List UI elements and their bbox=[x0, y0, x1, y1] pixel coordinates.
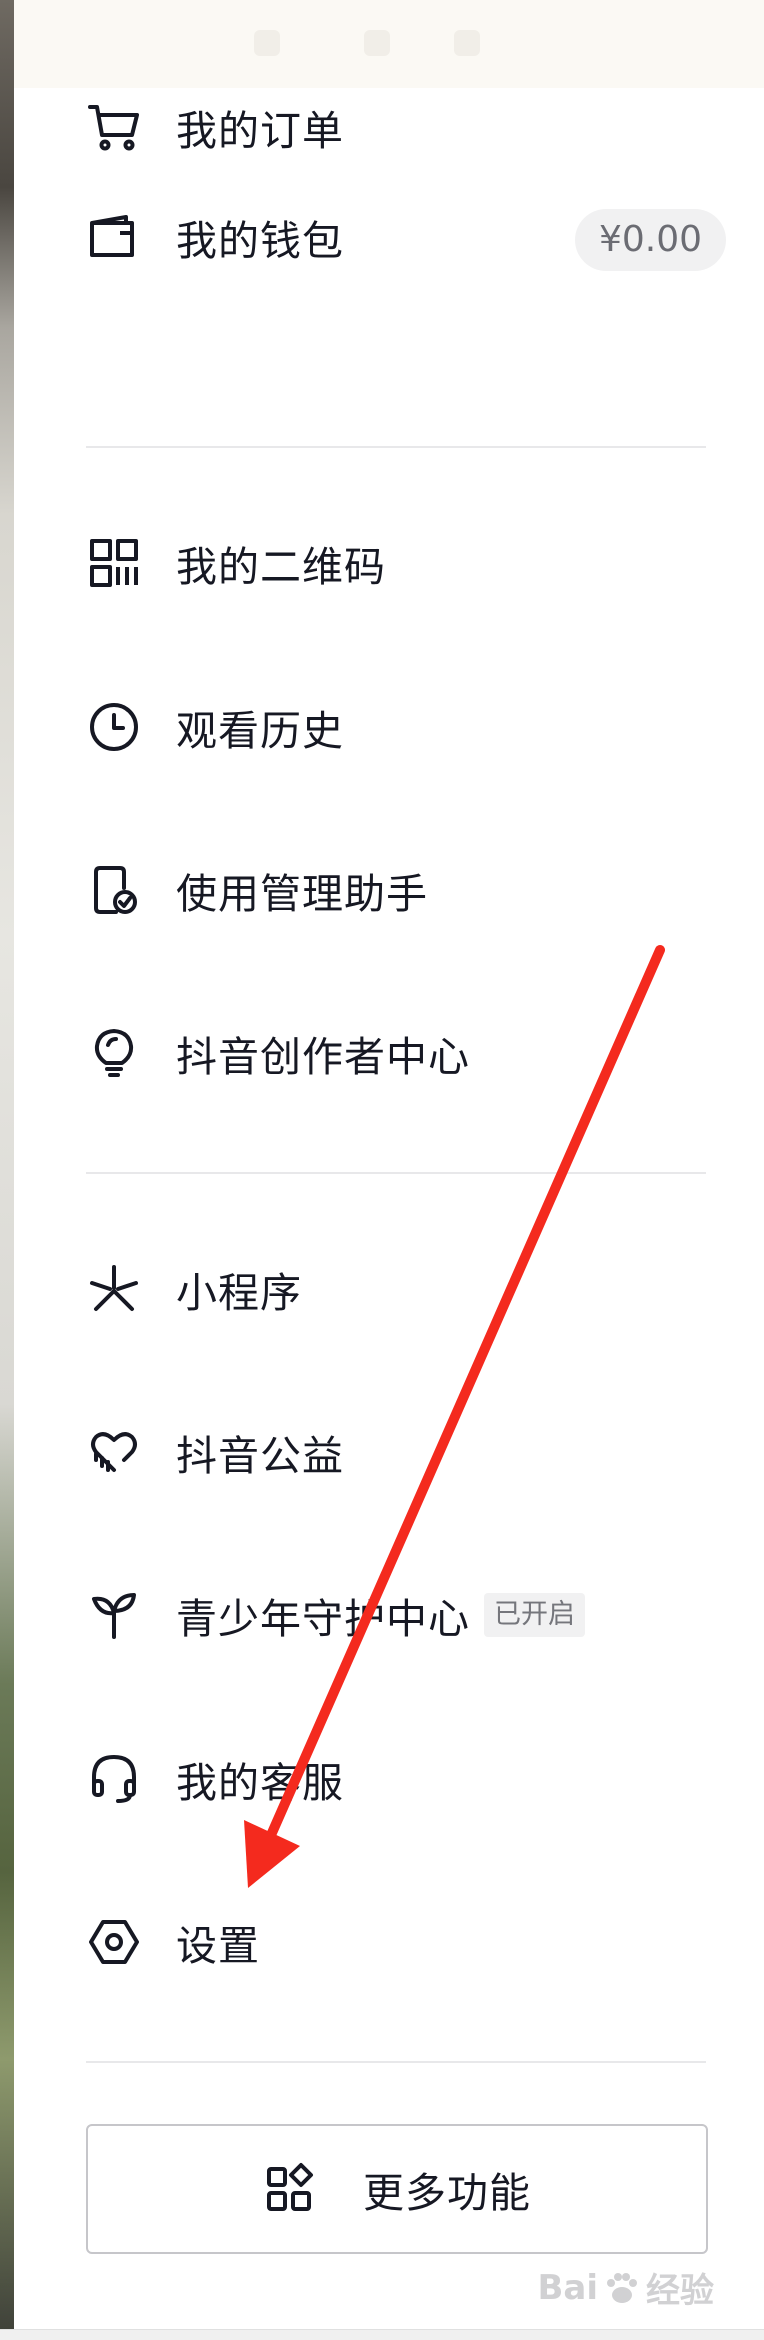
lightbulb-icon bbox=[86, 1025, 142, 1081]
menu-item-qrcode[interactable]: 我的二维码 bbox=[86, 508, 726, 618]
menu-item-label: 我的二维码 bbox=[176, 543, 386, 591]
menu-item-label: 我的订单 bbox=[176, 107, 344, 155]
wallet-icon bbox=[86, 209, 142, 265]
faint-icon bbox=[454, 30, 480, 56]
menu-item-label: 小程序 bbox=[176, 1269, 302, 1317]
menu-item-label: 设置 bbox=[176, 1922, 260, 1970]
side-drawer-menu: 我的订单 我的钱包 ¥0.00 我的二维码 观看历史 使用管理助手 抖音创作者中… bbox=[14, 88, 764, 2340]
divider bbox=[86, 1172, 706, 1174]
wallet-balance-pill: ¥0.00 bbox=[574, 209, 726, 271]
mini-program-icon bbox=[86, 1261, 142, 1317]
teen-mode-status-badge: 已开启 bbox=[484, 1593, 585, 1637]
grid-shapes-icon bbox=[263, 2161, 319, 2217]
watermark-text-suffix: 经验 bbox=[646, 2271, 714, 2311]
bottom-edge-strip bbox=[0, 2329, 764, 2340]
menu-item-charity[interactable]: 抖音公益 bbox=[86, 1397, 726, 1507]
menu-item-usage-assistant[interactable]: 使用管理助手 bbox=[86, 835, 726, 945]
menu-item-label: 使用管理助手 bbox=[176, 870, 428, 918]
menu-item-label: 我的客服 bbox=[176, 1759, 344, 1807]
headset-icon bbox=[86, 1751, 142, 1807]
faint-icon bbox=[364, 30, 390, 56]
menu-item-label: 抖音创作者中心 bbox=[176, 1033, 470, 1081]
menu-item-mini-programs[interactable]: 小程序 bbox=[86, 1234, 726, 1344]
menu-item-settings[interactable]: 设置 bbox=[86, 1887, 726, 1997]
menu-item-label: 抖音公益 bbox=[176, 1432, 344, 1480]
more-features-button[interactable]: 更多功能 bbox=[86, 2124, 708, 2254]
menu-item-label: 观看历史 bbox=[176, 707, 344, 755]
menu-item-label: 我的钱包 bbox=[176, 217, 344, 265]
divider bbox=[86, 2061, 706, 2063]
menu-item-label: 青少年守护中心 bbox=[176, 1595, 470, 1643]
menu-item-teen-mode[interactable]: 青少年守护中心 已开启 bbox=[86, 1560, 726, 1670]
qrcode-icon bbox=[86, 535, 142, 591]
heart-icon bbox=[86, 1424, 142, 1480]
phone-check-icon bbox=[86, 862, 142, 918]
watermark-text-prefix: Bai bbox=[537, 2267, 598, 2308]
menu-item-customer-service[interactable]: 我的客服 bbox=[86, 1724, 726, 1834]
watermark: Bai 经验 bbox=[537, 2263, 714, 2312]
menu-item-orders[interactable]: 我的订单 bbox=[86, 72, 726, 182]
hexagon-settings-icon bbox=[86, 1914, 142, 1970]
background-page-strip[interactable] bbox=[0, 0, 14, 2340]
menu-item-creator-center[interactable]: 抖音创作者中心 bbox=[86, 998, 726, 1108]
paw-icon bbox=[607, 2272, 637, 2303]
screen: 我的订单 我的钱包 ¥0.00 我的二维码 观看历史 使用管理助手 抖音创作者中… bbox=[0, 0, 764, 2340]
faint-icon bbox=[254, 30, 280, 56]
sprout-icon bbox=[86, 1587, 142, 1643]
cart-icon bbox=[86, 99, 142, 155]
more-features-label: 更多功能 bbox=[363, 2169, 531, 2217]
divider bbox=[86, 446, 706, 448]
menu-item-wallet[interactable]: 我的钱包 ¥0.00 bbox=[86, 182, 726, 292]
clock-icon bbox=[86, 699, 142, 755]
menu-item-history[interactable]: 观看历史 bbox=[86, 672, 726, 782]
